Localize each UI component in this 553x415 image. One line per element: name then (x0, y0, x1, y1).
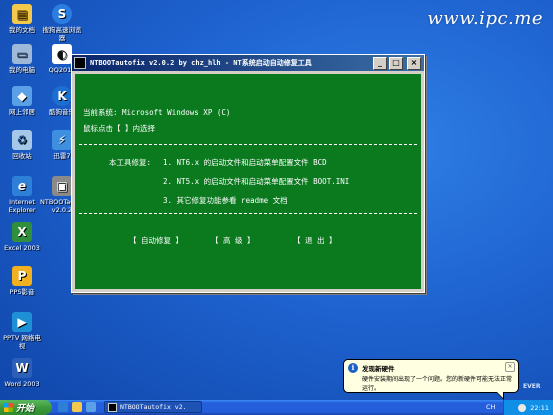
desktop-icon-excel[interactable]: X Excel 2003 (0, 222, 44, 252)
fix-item-2: 2. NT5.x 的启动文件和启动菜单配置文件 BOOT.INI (163, 177, 350, 186)
desktop-icon-label: 回收站 (12, 152, 32, 160)
pps-icon: P (12, 266, 32, 286)
start-button[interactable]: 开始 (0, 400, 52, 415)
fix-item-3: 3. 其它修复功能参看 readme 文档 (163, 196, 288, 205)
console-app-icon (108, 402, 117, 412)
desktop-icon-word[interactable]: W Word 2003 (0, 358, 44, 388)
kugou-icon: K (52, 86, 72, 106)
xunlei-icon: ⚡ (52, 130, 72, 150)
separator-bottom (79, 213, 417, 214)
desktop-icon-sogou-browser[interactable]: S 搜狗高速浏览器 (40, 4, 84, 42)
desktop-icon-label: 我的文档 (9, 26, 35, 34)
desktop-icon-label: 我的电脑 (9, 66, 35, 74)
current-system-label: 当前系统: (83, 108, 118, 117)
network-icon: ◆ (12, 86, 32, 106)
quicklaunch-desktop-icon[interactable] (86, 402, 96, 412)
console-app-icon (74, 57, 86, 69)
window-title: NTBOOTautofix v2.0.2 by chz_hlh - NT系统启动… (90, 59, 312, 67)
balloon-text: 硬件安装期间出现了一个问题。您的新硬件可能无法正常运行。 (362, 376, 513, 392)
watermark: www.ipc.me (427, 8, 543, 29)
close-button[interactable]: × (407, 56, 421, 70)
desktop-icon-label: Word 2003 (4, 380, 40, 388)
balloon-close-button[interactable]: × (505, 362, 515, 372)
desktop-icon-label: Internet Explorer (8, 198, 36, 214)
advanced-button[interactable]: 【 高 级 】 (211, 235, 255, 246)
desktop-icon-network[interactable]: ◆ 网上邻居 (0, 86, 44, 116)
qq-icon: ◐ (52, 44, 72, 64)
desktop-icon-pps[interactable]: P PPS影音 (0, 266, 44, 296)
desktop-icon-label: 网上邻居 (9, 108, 35, 116)
taskbar-button-ntbootautofix[interactable]: NTBOOTautofix v2. (104, 401, 202, 413)
minimize-button[interactable]: _ (373, 56, 387, 70)
current-system-value: Microsoft Windows XP (C) (122, 108, 231, 117)
computer-icon: ▭ (12, 44, 32, 64)
corner-text: EVER (523, 383, 541, 390)
taskbar-button-label: NTBOOTautofix v2. (120, 403, 187, 411)
tool-fix-label: 本工具修复: (109, 158, 152, 167)
start-label: 开始 (16, 404, 35, 414)
separator-top (79, 144, 417, 145)
word-icon: W (12, 358, 32, 378)
system-tray: 22:11 (503, 400, 553, 415)
maximize-button[interactable]: □ (389, 56, 403, 70)
ie-icon: e (12, 176, 32, 196)
desktop-icon-label: PPS影音 (9, 288, 35, 296)
balloon-tail-inner (497, 392, 503, 398)
desktop-icon-my-computer[interactable]: ▭ 我的电脑 (0, 44, 44, 74)
clock[interactable]: 22:11 (530, 404, 549, 412)
desktop-icon-my-documents[interactable]: ▤ 我的文档 (0, 4, 44, 34)
auto-fix-button[interactable]: 【 自动修复 】 (129, 235, 183, 246)
desktop-icon-label: 搜狗高速浏览器 (42, 26, 82, 42)
desktop-icon-label: PPTV 网络电视 (3, 334, 41, 350)
balloon-title: 发现新硬件 (362, 365, 395, 373)
quicklaunch-folder-icon[interactable] (72, 402, 82, 412)
taskbar: 开始 NTBOOTautofix v2. CH 22:11 (0, 400, 553, 415)
ntbootautofix-window[interactable]: NTBOOTautofix v2.0.2 by chz_hlh - NT系统启动… (71, 54, 425, 293)
console-area: 当前系统: Microsoft Windows XP (C) 鼠标点击【 】内选… (75, 74, 421, 289)
windows-logo-icon (4, 403, 13, 412)
desktop-icon-recycle-bin[interactable]: ♻ 回收站 (0, 130, 44, 160)
current-system-line: 当前系统: Microsoft Windows XP (C) (83, 107, 230, 118)
click-prompt: 鼠标点击【 】内选择 (83, 124, 156, 133)
desktop-icon-pptv[interactable]: ▶ PPTV 网络电视 (0, 312, 44, 350)
excel-icon: X (12, 222, 32, 242)
fix-item-1: 1. NT6.x 的启动文件和启动菜单配置文件 BCD (163, 158, 327, 167)
sogou-browser-icon: S (52, 4, 72, 24)
window-titlebar[interactable]: NTBOOTautofix v2.0.2 by chz_hlh - NT系统启动… (72, 55, 424, 71)
exit-button[interactable]: 【 退 出 】 (293, 235, 337, 246)
desktop-icon-label: Excel 2003 (4, 244, 40, 252)
language-indicator[interactable]: CH (486, 403, 495, 411)
info-icon: i (348, 363, 358, 373)
ntbootautofix-icon: ▣ (52, 176, 72, 196)
recycle-bin-icon: ♻ (12, 130, 32, 150)
desktop-icon-ie[interactable]: e Internet Explorer (0, 176, 44, 214)
quicklaunch-ie-icon[interactable] (58, 402, 68, 412)
new-hardware-balloon[interactable]: i 发现新硬件 硬件安装期间出现了一个问题。您的新硬件可能无法正常运行。 × (343, 359, 519, 400)
hardware-tray-icon[interactable] (518, 403, 527, 412)
pptv-icon: ▶ (12, 312, 32, 332)
folder-icon: ▤ (12, 4, 32, 24)
